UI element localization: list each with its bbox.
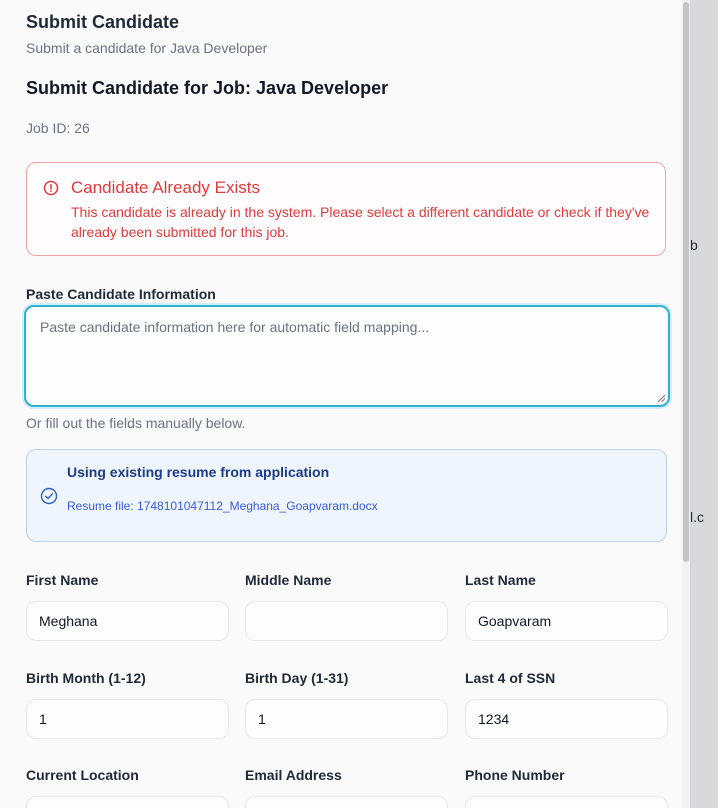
first-name-input[interactable] bbox=[26, 601, 229, 641]
alert-circle-icon bbox=[43, 180, 59, 196]
phone-input[interactable] bbox=[465, 796, 668, 808]
last-name-label: Last Name bbox=[465, 572, 536, 588]
existing-resume-notice: Using existing resume from application R… bbox=[26, 449, 667, 542]
scrollbar-thumb[interactable] bbox=[683, 2, 689, 562]
email-label: Email Address bbox=[245, 767, 342, 783]
paste-info-label: Paste Candidate Information bbox=[26, 286, 216, 302]
check-circle-icon bbox=[40, 487, 58, 505]
birth-day-label: Birth Day (1-31) bbox=[245, 670, 349, 686]
background-text-fragment: l.c bbox=[690, 509, 704, 525]
resume-notice-title: Using existing resume from application bbox=[67, 464, 330, 480]
form-heading: Submit Candidate for Job: Java Developer bbox=[26, 78, 389, 98]
birth-month-label: Birth Month (1-12) bbox=[26, 670, 146, 686]
ssn-last4-label: Last 4 of SSN bbox=[465, 670, 556, 686]
current-location-input[interactable] bbox=[26, 796, 229, 808]
resize-handle-icon[interactable] bbox=[656, 393, 666, 403]
alert-message: This candidate is already in the system.… bbox=[71, 204, 650, 240]
phone-label: Phone Number bbox=[465, 767, 565, 783]
dialog-title: Submit Candidate bbox=[26, 12, 180, 32]
scrollbar[interactable] bbox=[682, 0, 690, 808]
first-name-label: First Name bbox=[26, 572, 99, 588]
current-location-label: Current Location bbox=[26, 767, 139, 783]
job-id: Job ID: 26 bbox=[26, 120, 90, 136]
submit-candidate-dialog: Submit Candidate Submit a candidate for … bbox=[0, 0, 691, 808]
birth-month-input[interactable] bbox=[26, 699, 229, 739]
manual-entry-note: Or fill out the fields manually below. bbox=[26, 415, 246, 431]
dialog-subtitle: Submit a candidate for Java Developer bbox=[26, 40, 268, 56]
email-input[interactable] bbox=[245, 796, 448, 808]
last-name-input[interactable] bbox=[465, 601, 668, 641]
background-text-fragment: b bbox=[690, 237, 698, 253]
ssn-last4-input[interactable] bbox=[465, 699, 668, 739]
paste-info-textarea[interactable] bbox=[24, 305, 670, 407]
duplicate-candidate-alert: Candidate Already Exists This candidate … bbox=[26, 162, 666, 256]
resume-file-name: Resume file: 1748101047112_Meghana_Goapv… bbox=[67, 499, 378, 513]
middle-name-input[interactable] bbox=[245, 601, 448, 641]
birth-day-input[interactable] bbox=[245, 699, 448, 739]
middle-name-label: Middle Name bbox=[245, 572, 332, 588]
alert-title: Candidate Already Exists bbox=[71, 178, 260, 197]
